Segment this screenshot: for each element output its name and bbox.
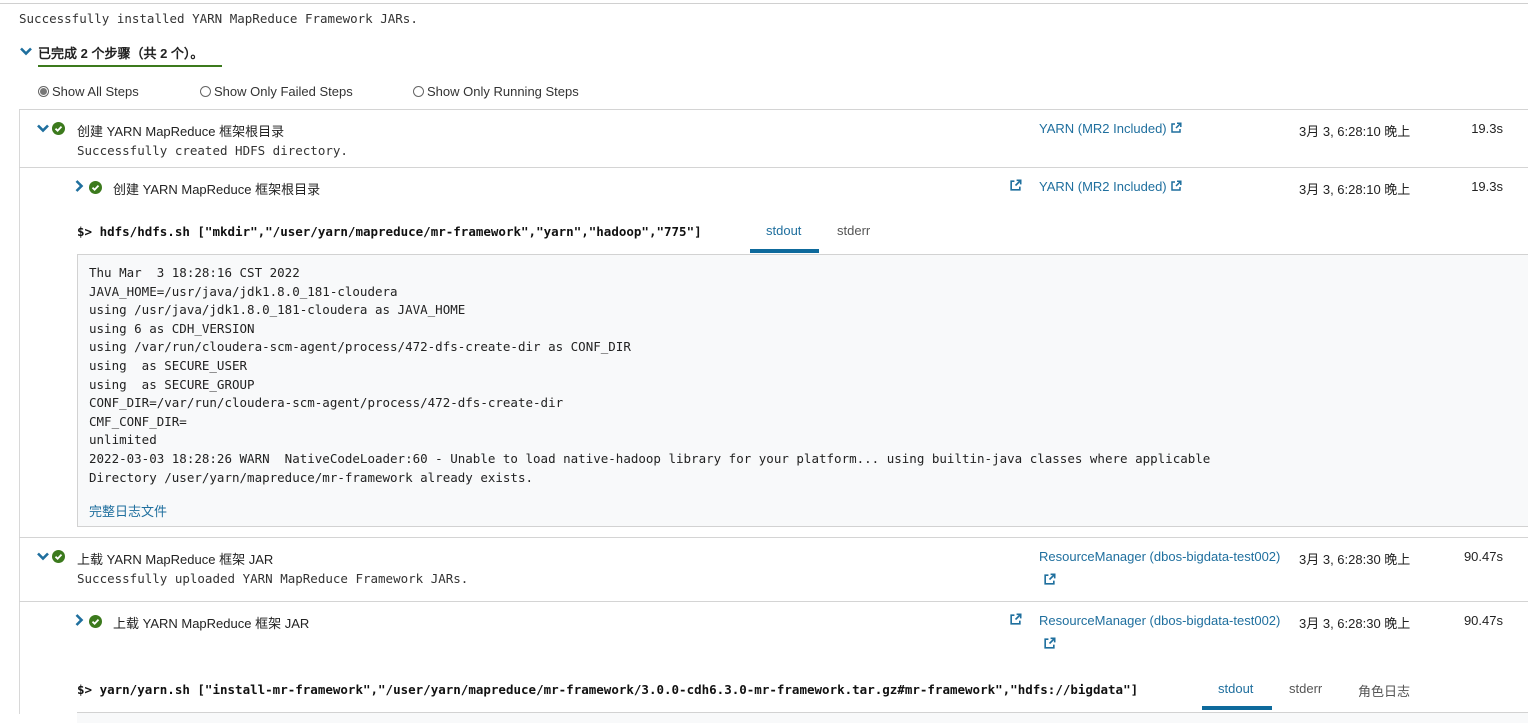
divider <box>19 601 1528 602</box>
step-time: 3月 3, 6:28:30 晚上 <box>1299 552 1411 567</box>
step-title: 创建 YARN MapReduce 框架根目录 <box>77 124 285 139</box>
step-message: Successfully created HDFS directory. <box>77 143 348 158</box>
divider <box>19 537 1528 538</box>
filter-all-steps[interactable]: Show All Steps <box>38 84 139 99</box>
chevron-down-icon[interactable] <box>20 47 32 56</box>
step-duration: 90.47s <box>1463 549 1503 564</box>
log-text: Thu Mar 3 18:28:16 CST 2022 JAVA_HOME=/u… <box>89 265 1211 485</box>
radio-checked-icon[interactable] <box>38 86 49 97</box>
filter-failed-steps[interactable]: Show Only Failed Steps <box>200 84 353 99</box>
command-line: $> yarn/yarn.sh ["install-mr-framework",… <box>77 682 1139 697</box>
tab-stderr[interactable]: stderr <box>837 223 870 238</box>
step-context-link[interactable]: YARN (MR2 Included) <box>1039 121 1182 136</box>
success-check-icon <box>89 181 102 194</box>
step-context-link[interactable]: ResourceManager (dbos-bigdata-test002) <box>1039 549 1280 564</box>
tab-stderr[interactable]: stderr <box>1289 681 1322 696</box>
command-line: $> hdfs/hdfs.sh ["mkdir","/user/yarn/map… <box>77 224 702 239</box>
top-divider <box>0 3 1528 4</box>
substep-time: 3月 3, 6:28:10 晚上 <box>1299 182 1411 197</box>
summary-message: Successfully installed YARN MapReduce Fr… <box>19 11 418 26</box>
step-message: Successfully uploaded YARN MapReduce Fra… <box>77 571 469 586</box>
filter-running-steps[interactable]: Show Only Running Steps <box>413 84 579 99</box>
step-duration: 19.3s <box>1471 121 1503 136</box>
substep-duration: 90.47s <box>1463 613 1503 628</box>
success-check-icon <box>52 122 65 135</box>
external-link-icon[interactable] <box>1009 613 1022 626</box>
substep-title: 创建 YARN MapReduce 框架根目录 <box>113 182 321 197</box>
step-time: 3月 3, 6:28:10 晚上 <box>1299 124 1411 139</box>
chevron-right-icon[interactable] <box>75 180 84 192</box>
tab-stdout[interactable]: stdout <box>766 223 801 238</box>
full-log-link[interactable]: 完整日志文件 <box>89 501 167 520</box>
step-title: 上载 YARN MapReduce 框架 JAR <box>77 552 274 567</box>
divider <box>19 109 1528 110</box>
divider <box>19 167 1528 168</box>
substep-time: 3月 3, 6:28:30 晚上 <box>1299 616 1411 631</box>
success-check-icon <box>52 550 65 563</box>
external-link-icon[interactable] <box>1043 637 1056 650</box>
tab-role-log[interactable]: 角色日志 <box>1358 681 1410 700</box>
external-link-icon[interactable] <box>1009 179 1022 192</box>
tab-stdout[interactable]: stdout <box>1218 681 1253 696</box>
external-link-icon[interactable] <box>1170 122 1182 134</box>
substep-title: 上载 YARN MapReduce 框架 JAR <box>113 616 310 631</box>
active-tab-indicator <box>1202 706 1272 710</box>
radio-unchecked-icon[interactable] <box>200 86 211 97</box>
chevron-down-icon[interactable] <box>37 124 49 133</box>
chevron-down-icon[interactable] <box>37 552 49 561</box>
substep-duration: 19.3s <box>1471 179 1503 194</box>
external-link-icon[interactable] <box>1043 573 1056 586</box>
active-tab-indicator <box>750 249 819 253</box>
log-output: Thu Mar 3 18:28:16 CST 2022 JAVA_HOME=/u… <box>77 254 1528 527</box>
success-check-icon <box>89 615 102 628</box>
chevron-right-icon[interactable] <box>75 614 84 626</box>
radio-unchecked-icon[interactable] <box>413 86 424 97</box>
left-border <box>19 110 20 714</box>
steps-header-title[interactable]: 已完成 2 个步骤（共 2 个）。 <box>38 43 222 67</box>
substep-context-link[interactable]: ResourceManager (dbos-bigdata-test002) <box>1039 613 1280 628</box>
external-link-icon[interactable] <box>1170 180 1182 192</box>
substep-context-link[interactable]: YARN (MR2 Included) <box>1039 179 1182 194</box>
